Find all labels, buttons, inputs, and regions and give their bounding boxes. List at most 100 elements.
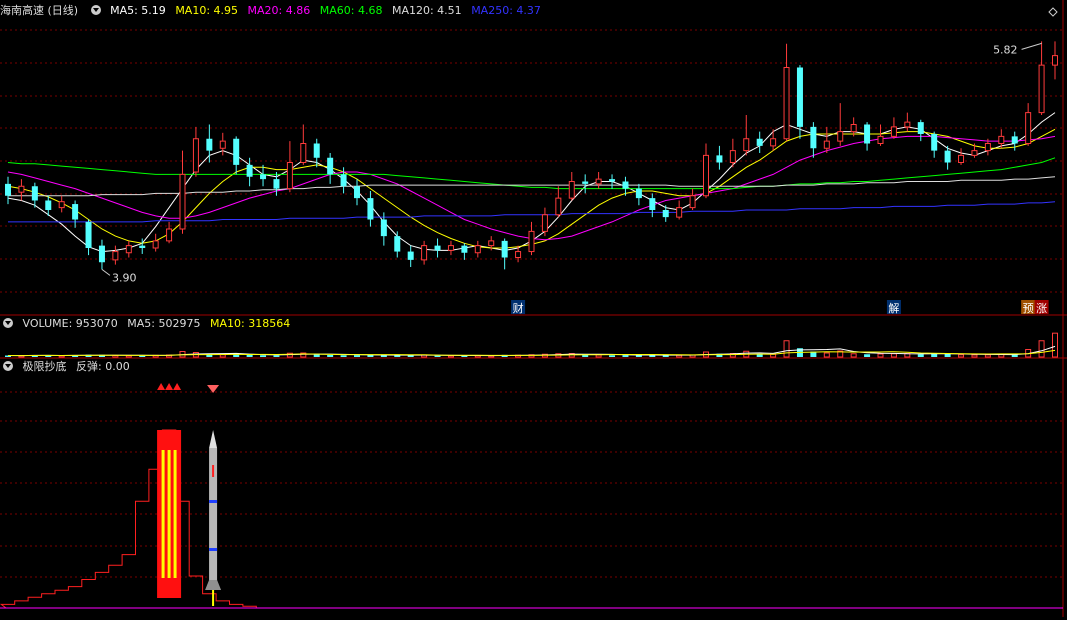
candle — [421, 245, 428, 261]
candle — [756, 138, 763, 146]
candle — [85, 221, 92, 248]
candle — [246, 164, 253, 177]
ma250-label: MA250: 4.37 — [471, 4, 541, 17]
chart-svg: 5.82 3.90 财 解 预涨 — [0, 0, 1067, 617]
volume-bar — [944, 354, 951, 357]
candle — [98, 245, 105, 263]
dropdown-icon[interactable] — [3, 318, 13, 328]
candle — [5, 183, 11, 196]
ma250-line — [8, 201, 1056, 223]
candle — [877, 135, 884, 144]
candle — [770, 138, 777, 147]
candle — [139, 245, 146, 248]
candle — [609, 179, 616, 182]
candle — [998, 135, 1005, 144]
candle — [541, 214, 548, 232]
candle — [984, 143, 991, 152]
candle — [447, 245, 454, 251]
candle — [286, 162, 293, 190]
rocket-icon — [209, 548, 218, 551]
low-price-label: 3.90 — [112, 271, 137, 284]
rocket-icon — [212, 465, 215, 477]
indicator-name: 极限抄底 — [22, 360, 67, 373]
candle — [1052, 55, 1058, 66]
signal-stripe — [173, 450, 177, 578]
candle — [18, 185, 25, 193]
candle — [380, 219, 387, 237]
candle — [501, 240, 508, 258]
candle — [944, 150, 951, 163]
candle — [260, 174, 267, 180]
ma5-label: MA5: 5.19 — [110, 4, 166, 17]
ma10-label: MA10: 4.95 — [175, 4, 239, 17]
candle — [703, 154, 709, 197]
indicator-header: 极限抄底 反弹: 0.00 — [0, 359, 136, 375]
candle — [716, 155, 723, 163]
volume-bar — [1052, 332, 1058, 358]
candle — [528, 230, 535, 253]
volume-label: VOLUME: 953070 — [22, 317, 118, 330]
volume-bar — [273, 355, 280, 357]
candle — [273, 179, 280, 189]
candle — [112, 251, 119, 261]
volume-bar — [327, 355, 334, 357]
ma60-label: MA60: 4.68 — [319, 4, 383, 17]
candle — [461, 245, 468, 253]
event-marker: 预 — [1023, 302, 1034, 315]
volume-bar — [313, 354, 320, 357]
candle — [729, 150, 736, 163]
candle — [31, 186, 38, 201]
candle — [743, 138, 750, 152]
candle — [354, 186, 360, 199]
rocket-icon — [209, 430, 218, 448]
candle — [568, 181, 575, 199]
rocket-icon — [205, 580, 222, 590]
candle — [233, 138, 240, 165]
diamond-icon — [1048, 7, 1058, 17]
candle — [971, 150, 978, 156]
volume-bar — [783, 340, 790, 358]
candle — [689, 195, 696, 209]
volume-bar — [890, 353, 897, 358]
ma120-line — [8, 176, 1056, 197]
candle — [45, 200, 52, 210]
candle — [488, 240, 495, 247]
candle — [904, 121, 911, 128]
rocket-icon — [209, 500, 218, 503]
event-marker: 涨 — [1036, 302, 1047, 315]
ma60-line — [7, 157, 1056, 190]
ma120-label: MA120: 4.51 — [391, 4, 462, 17]
volume-ma5-line — [7, 345, 1056, 357]
volume-bar — [984, 354, 991, 358]
candle — [166, 228, 173, 242]
signal-stripe — [161, 450, 165, 578]
candle — [367, 198, 374, 220]
candle — [340, 174, 347, 187]
ma20-label: MA20: 4.86 — [247, 4, 311, 17]
volume-bar — [823, 352, 830, 358]
candle — [783, 67, 790, 140]
volume-bar — [595, 354, 602, 358]
candle — [192, 138, 199, 173]
volume-bar — [850, 353, 857, 358]
candle — [917, 122, 924, 134]
dropdown-icon[interactable] — [3, 361, 13, 371]
candle — [394, 236, 401, 252]
dropdown-icon[interactable] — [90, 5, 101, 15]
volume-bar — [877, 353, 884, 358]
candle — [219, 140, 226, 149]
volume-bar — [958, 354, 965, 358]
volume-bar — [434, 355, 441, 357]
candle — [595, 178, 602, 185]
stock-title: 海南高速 (日线) — [0, 4, 79, 17]
candle — [850, 124, 857, 133]
candle — [300, 143, 307, 163]
candle — [474, 245, 481, 254]
volume-bar — [340, 355, 347, 357]
candle — [555, 197, 562, 216]
volume-bar — [407, 355, 414, 357]
volume-bar — [917, 354, 924, 357]
candle — [837, 131, 844, 142]
volume-bar — [1038, 340, 1045, 358]
candle — [407, 251, 414, 260]
